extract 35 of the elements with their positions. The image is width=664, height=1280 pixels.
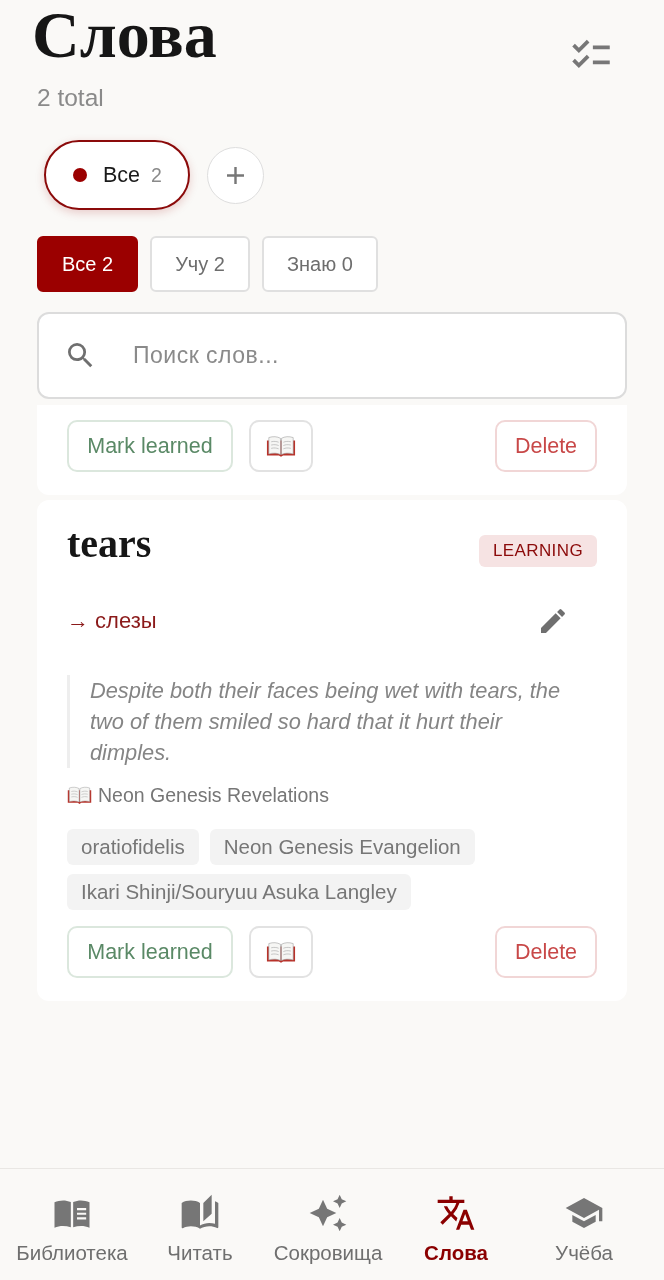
- translate-icon: [436, 1193, 476, 1233]
- plus-icon: [226, 166, 244, 184]
- open-book-button[interactable]: [249, 420, 313, 472]
- tag-chip[interactable]: oratiofidelis: [67, 829, 199, 865]
- search-input[interactable]: Поиск слов...: [133, 342, 553, 369]
- mark-learned-button[interactable]: Mark learned: [67, 926, 233, 978]
- open-book-button[interactable]: [249, 926, 313, 978]
- nav-tab[interactable]: Учёба: [520, 1169, 648, 1280]
- tag-chip[interactable]: Neon Genesis Evangelion: [209, 829, 475, 865]
- delete-button[interactable]: Delete: [495, 926, 597, 978]
- search-icon: [68, 343, 93, 368]
- book-icon: [266, 435, 296, 457]
- filter-tab[interactable]: Учу 2: [150, 236, 250, 292]
- example-quote: Despite both their faces being wet with tears, the two of them smiled so hard that it hurt their dimples.: [67, 675, 597, 768]
- checklist-icon[interactable]: [572, 39, 610, 69]
- translation-text: → слезы: [67, 607, 157, 635]
- nav-tab[interactable]: Библиотека: [8, 1169, 136, 1280]
- nav-tab[interactable]: Слова: [392, 1169, 520, 1280]
- page-title: Слова: [32, 0, 217, 70]
- word-title: tears: [67, 522, 152, 566]
- word-count: 2 total: [37, 85, 105, 111]
- tag-chip[interactable]: Ikari Shinji/Souryuu Asuka Langley: [67, 874, 411, 910]
- status-badge: LEARNING: [478, 535, 597, 567]
- nav-tab[interactable]: Сокровища: [264, 1169, 392, 1280]
- nav-tab[interactable]: Читать: [136, 1169, 264, 1280]
- mark-learned-button[interactable]: Mark learned: [67, 420, 233, 472]
- filter-tab[interactable]: Знаю 0: [261, 236, 378, 292]
- collection-chip[interactable]: Все 2: [44, 140, 190, 210]
- delete-button[interactable]: Delete: [495, 420, 597, 472]
- filter-tab[interactable]: Все 2: [37, 236, 139, 292]
- source-title: Neon Genesis Revelations: [98, 783, 329, 807]
- sparkles-icon: [308, 1193, 348, 1233]
- book-icon: [266, 941, 296, 963]
- book-icon: [67, 786, 92, 804]
- edit-icon[interactable]: [541, 609, 565, 633]
